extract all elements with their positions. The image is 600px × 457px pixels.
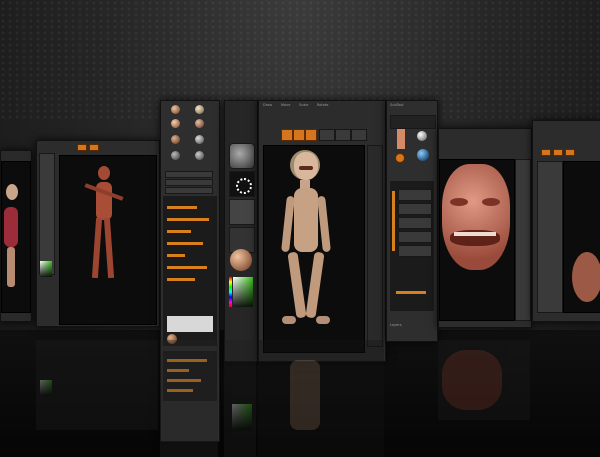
canvas-viewport-main[interactable] bbox=[263, 145, 365, 353]
color-picker-icon[interactable] bbox=[40, 261, 52, 277]
slider[interactable] bbox=[167, 242, 203, 245]
subtool-list bbox=[390, 181, 434, 311]
canvas-viewport-left[interactable] bbox=[59, 155, 157, 325]
move-button[interactable]: Move bbox=[281, 103, 290, 107]
right-document-panel bbox=[438, 128, 532, 328]
slider[interactable] bbox=[167, 206, 197, 209]
alpha-icon[interactable] bbox=[229, 199, 255, 225]
slider[interactable] bbox=[167, 266, 207, 269]
brush-icon[interactable] bbox=[229, 143, 255, 169]
left-document-panel bbox=[36, 140, 160, 327]
left-edge-panel bbox=[0, 150, 32, 322]
scale-button[interactable]: Scale bbox=[299, 103, 308, 107]
material-sphere[interactable] bbox=[195, 105, 204, 114]
material-sphere[interactable] bbox=[171, 135, 180, 144]
brush-column bbox=[224, 100, 258, 362]
material-icon[interactable] bbox=[230, 249, 252, 271]
list-item[interactable] bbox=[398, 231, 432, 243]
list-item[interactable] bbox=[398, 217, 432, 229]
stroke-icon[interactable] bbox=[229, 171, 255, 197]
slider[interactable] bbox=[167, 218, 209, 221]
list-item[interactable] bbox=[398, 245, 432, 257]
tool-slider-list bbox=[163, 196, 217, 346]
color-picker-icon[interactable] bbox=[233, 277, 253, 307]
subtool-header: SubTool bbox=[390, 103, 404, 107]
slider[interactable] bbox=[167, 230, 191, 233]
layers-header: Layers bbox=[390, 323, 402, 327]
floor-reflection bbox=[0, 340, 600, 457]
hue-strip[interactable] bbox=[229, 277, 232, 307]
material-sphere[interactable] bbox=[195, 135, 204, 144]
canvas-viewport-right[interactable] bbox=[439, 159, 515, 321]
material-sphere[interactable] bbox=[171, 105, 180, 114]
slider[interactable] bbox=[167, 278, 195, 281]
main-document-panel: Draw Move Scale Rotate bbox=[258, 100, 386, 362]
slider[interactable] bbox=[167, 254, 185, 257]
left-toolbar bbox=[39, 153, 55, 275]
list-item[interactable] bbox=[398, 203, 432, 215]
rotate-button[interactable]: Rotate bbox=[317, 103, 328, 107]
material-sphere[interactable] bbox=[171, 151, 180, 160]
material-sphere[interactable] bbox=[195, 151, 204, 160]
far-right-panel bbox=[532, 120, 600, 322]
subtool-panel: SubTool Layers bbox=[386, 100, 438, 342]
material-sphere[interactable] bbox=[195, 119, 204, 128]
draw-button[interactable]: Draw bbox=[263, 103, 272, 107]
material-sphere[interactable] bbox=[171, 119, 180, 128]
list-item[interactable] bbox=[398, 189, 432, 201]
